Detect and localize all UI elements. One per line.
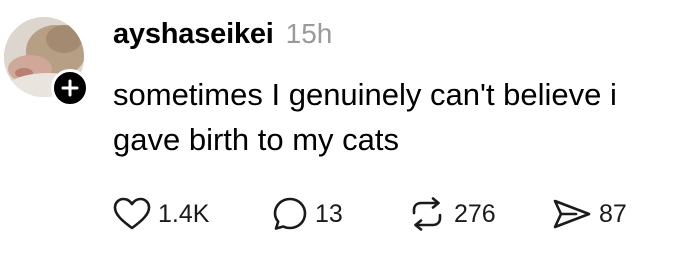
avatar-container[interactable] — [4, 17, 89, 107]
repost-arrows-icon — [407, 196, 447, 232]
send-icon — [552, 197, 592, 231]
username-link[interactable]: ayshaseikei — [113, 18, 274, 51]
heart-icon — [113, 197, 151, 231]
repost-button[interactable]: 276 — [407, 196, 552, 232]
follow-button[interactable] — [51, 69, 89, 107]
repost-count: 276 — [454, 199, 496, 228]
post-body-text: sometimes I genuinely can't believe i ga… — [113, 77, 617, 157]
plus-icon — [61, 79, 79, 97]
like-count: 1.4K — [158, 199, 210, 228]
like-button[interactable]: 1.4K — [113, 197, 272, 231]
post-header: ayshaseikei 15h — [113, 18, 332, 51]
comment-bubble-icon — [272, 196, 308, 232]
reply-button[interactable]: 13 — [272, 196, 407, 232]
share-button[interactable]: 87 — [552, 197, 627, 231]
post-actions-bar: 1.4K 13 276 87 — [113, 192, 627, 236]
share-count: 87 — [599, 199, 627, 228]
post-timestamp: 15h — [285, 18, 333, 49]
reply-count: 13 — [315, 199, 343, 228]
